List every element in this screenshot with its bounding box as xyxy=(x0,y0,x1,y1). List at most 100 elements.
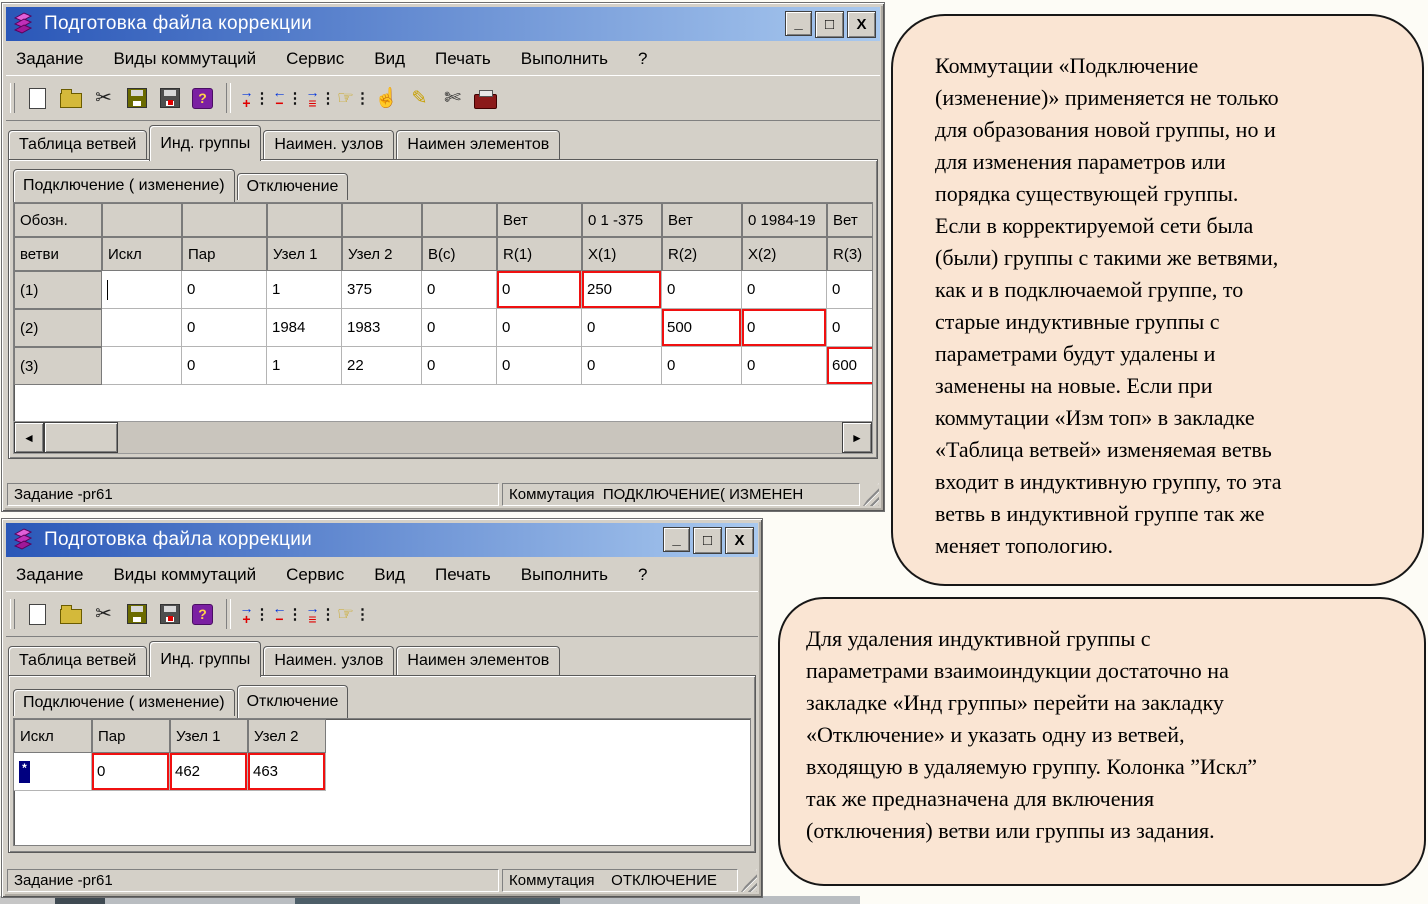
table-cell[interactable]: 462 xyxy=(170,753,248,791)
table-cell[interactable]: 375 xyxy=(342,271,422,309)
subtab-2[interactable]: Отключение xyxy=(237,173,349,200)
cut-icon[interactable]: ✂ xyxy=(88,599,119,629)
change-row-icon[interactable]: →≡⋮ xyxy=(305,599,336,629)
close-button[interactable]: X xyxy=(725,527,754,554)
menu-item-2[interactable]: Виды коммутаций xyxy=(113,565,256,585)
new-icon[interactable] xyxy=(22,83,53,113)
hand-up-icon[interactable]: ☝ xyxy=(371,83,402,113)
table-cell[interactable]: 0 xyxy=(422,309,497,347)
row-header[interactable]: (2) xyxy=(14,309,102,347)
cut-icon[interactable]: ✂ xyxy=(88,83,119,113)
table-cell[interactable]: 0 xyxy=(582,347,662,385)
menu-item-3[interactable]: Сервис xyxy=(286,565,344,585)
table-cell[interactable]: * xyxy=(14,753,92,791)
point-row-icon[interactable]: ☞⋮ xyxy=(338,599,369,629)
table-cell[interactable]: 600 xyxy=(827,347,873,385)
table-cell[interactable]: 0 xyxy=(662,271,742,309)
table-cell[interactable]: 0 xyxy=(827,271,873,309)
table-cell[interactable]: 0 xyxy=(662,347,742,385)
table-cell[interactable]: 0 xyxy=(422,271,497,309)
save-icon[interactable] xyxy=(121,83,152,113)
table-cell[interactable]: 0 xyxy=(742,347,827,385)
table-cell[interactable]: 1 xyxy=(267,347,342,385)
row-header[interactable]: (1) xyxy=(14,271,102,309)
add-row-icon[interactable]: →+⋮ xyxy=(239,83,270,113)
resize-grip[interactable] xyxy=(863,483,879,506)
menu-item-4[interactable]: Вид xyxy=(374,565,405,585)
table-cell[interactable]: 1 xyxy=(267,271,342,309)
menu-item-5[interactable]: Печать xyxy=(435,49,491,69)
table-cell[interactable]: 500 xyxy=(662,309,742,347)
maximize-button[interactable]: □ xyxy=(815,11,844,38)
print-icon[interactable] xyxy=(470,83,501,113)
table-cell[interactable]: 22 xyxy=(342,347,422,385)
menu-item-2[interactable]: Виды коммутаций xyxy=(113,49,256,69)
menu-item-4[interactable]: Вид xyxy=(374,49,405,69)
menu-item-7[interactable]: ? xyxy=(638,49,647,69)
close-button[interactable]: X xyxy=(847,11,876,38)
menu-item-6[interactable]: Выполнить xyxy=(521,565,608,585)
open-icon[interactable] xyxy=(55,83,86,113)
table-cell[interactable]: 0 xyxy=(497,271,582,309)
open-icon[interactable] xyxy=(55,599,86,629)
hand-write-icon[interactable]: ✎ xyxy=(404,83,435,113)
table-cell[interactable] xyxy=(102,271,182,309)
tab-2[interactable]: Инд. группы xyxy=(149,641,261,677)
resize-grip[interactable] xyxy=(741,869,757,892)
save-icon[interactable] xyxy=(121,599,152,629)
cut-page-icon[interactable]: ✄ xyxy=(437,83,468,113)
table-cell[interactable]: 0 xyxy=(742,271,827,309)
subtab-1[interactable]: Подключение ( изменение) xyxy=(13,689,235,716)
menu-item-1[interactable]: Задание xyxy=(16,49,83,69)
table-cell[interactable]: 0 xyxy=(92,753,170,791)
tab-3[interactable]: Наимен. узлов xyxy=(263,130,394,159)
remove-row-icon[interactable]: ←−⋮ xyxy=(272,83,303,113)
horizontal-scrollbar[interactable]: ◄ ► xyxy=(13,421,873,454)
table-cell[interactable]: 0 xyxy=(497,309,582,347)
scroll-right-button[interactable]: ► xyxy=(842,422,872,453)
table-cell[interactable]: 1984 xyxy=(267,309,342,347)
minimize-button[interactable]: _ xyxy=(663,527,690,552)
tab-1[interactable]: Таблица ветвей xyxy=(8,646,147,675)
add-row-icon[interactable]: →+⋮ xyxy=(239,599,270,629)
tab-4[interactable]: Наимен элементов xyxy=(396,646,560,675)
tab-3[interactable]: Наимен. узлов xyxy=(263,646,394,675)
maximize-button[interactable]: □ xyxy=(693,527,722,554)
help-book-icon[interactable]: ? xyxy=(187,83,218,113)
scroll-track[interactable] xyxy=(118,422,842,453)
titlebar[interactable]: Подготовка файла коррекции _□X xyxy=(6,7,880,41)
table-cell[interactable]: 463 xyxy=(248,753,326,791)
scroll-left-button[interactable]: ◄ xyxy=(14,422,44,453)
help-book-icon[interactable]: ? xyxy=(187,599,218,629)
save-marked-icon[interactable] xyxy=(154,83,185,113)
menu-item-3[interactable]: Сервис xyxy=(286,49,344,69)
table-cell[interactable] xyxy=(102,309,182,347)
menu-item-1[interactable]: Задание xyxy=(16,565,83,585)
scroll-thumb[interactable] xyxy=(44,422,118,453)
new-icon[interactable] xyxy=(22,599,53,629)
change-row-icon[interactable]: →≡⋮ xyxy=(305,83,336,113)
point-row-icon[interactable]: ☞⋮ xyxy=(338,83,369,113)
table-cell[interactable]: 0 xyxy=(827,309,873,347)
table-cell[interactable]: 0 xyxy=(182,347,267,385)
menu-item-5[interactable]: Печать xyxy=(435,565,491,585)
subtab-2[interactable]: Отключение xyxy=(237,685,349,718)
menu-item-7[interactable]: ? xyxy=(638,565,647,585)
tab-2[interactable]: Инд. группы xyxy=(149,125,261,161)
table-cell[interactable]: 0 xyxy=(742,309,827,347)
row-header[interactable]: (3) xyxy=(14,347,102,385)
table-cell[interactable]: 0 xyxy=(182,309,267,347)
remove-row-icon[interactable]: ←−⋮ xyxy=(272,599,303,629)
table-cell[interactable]: 0 xyxy=(497,347,582,385)
table-cell[interactable]: 250 xyxy=(582,271,662,309)
save-marked-icon[interactable] xyxy=(154,599,185,629)
table-cell[interactable]: 0 xyxy=(422,347,497,385)
menu-item-6[interactable]: Выполнить xyxy=(521,49,608,69)
table-cell[interactable] xyxy=(102,347,182,385)
table-cell[interactable]: 0 xyxy=(582,309,662,347)
table-cell[interactable]: 0 xyxy=(182,271,267,309)
tab-4[interactable]: Наимен элементов xyxy=(396,130,560,159)
table-cell[interactable]: 1983 xyxy=(342,309,422,347)
subtab-1[interactable]: Подключение ( изменение) xyxy=(13,169,235,202)
tab-1[interactable]: Таблица ветвей xyxy=(8,130,147,159)
